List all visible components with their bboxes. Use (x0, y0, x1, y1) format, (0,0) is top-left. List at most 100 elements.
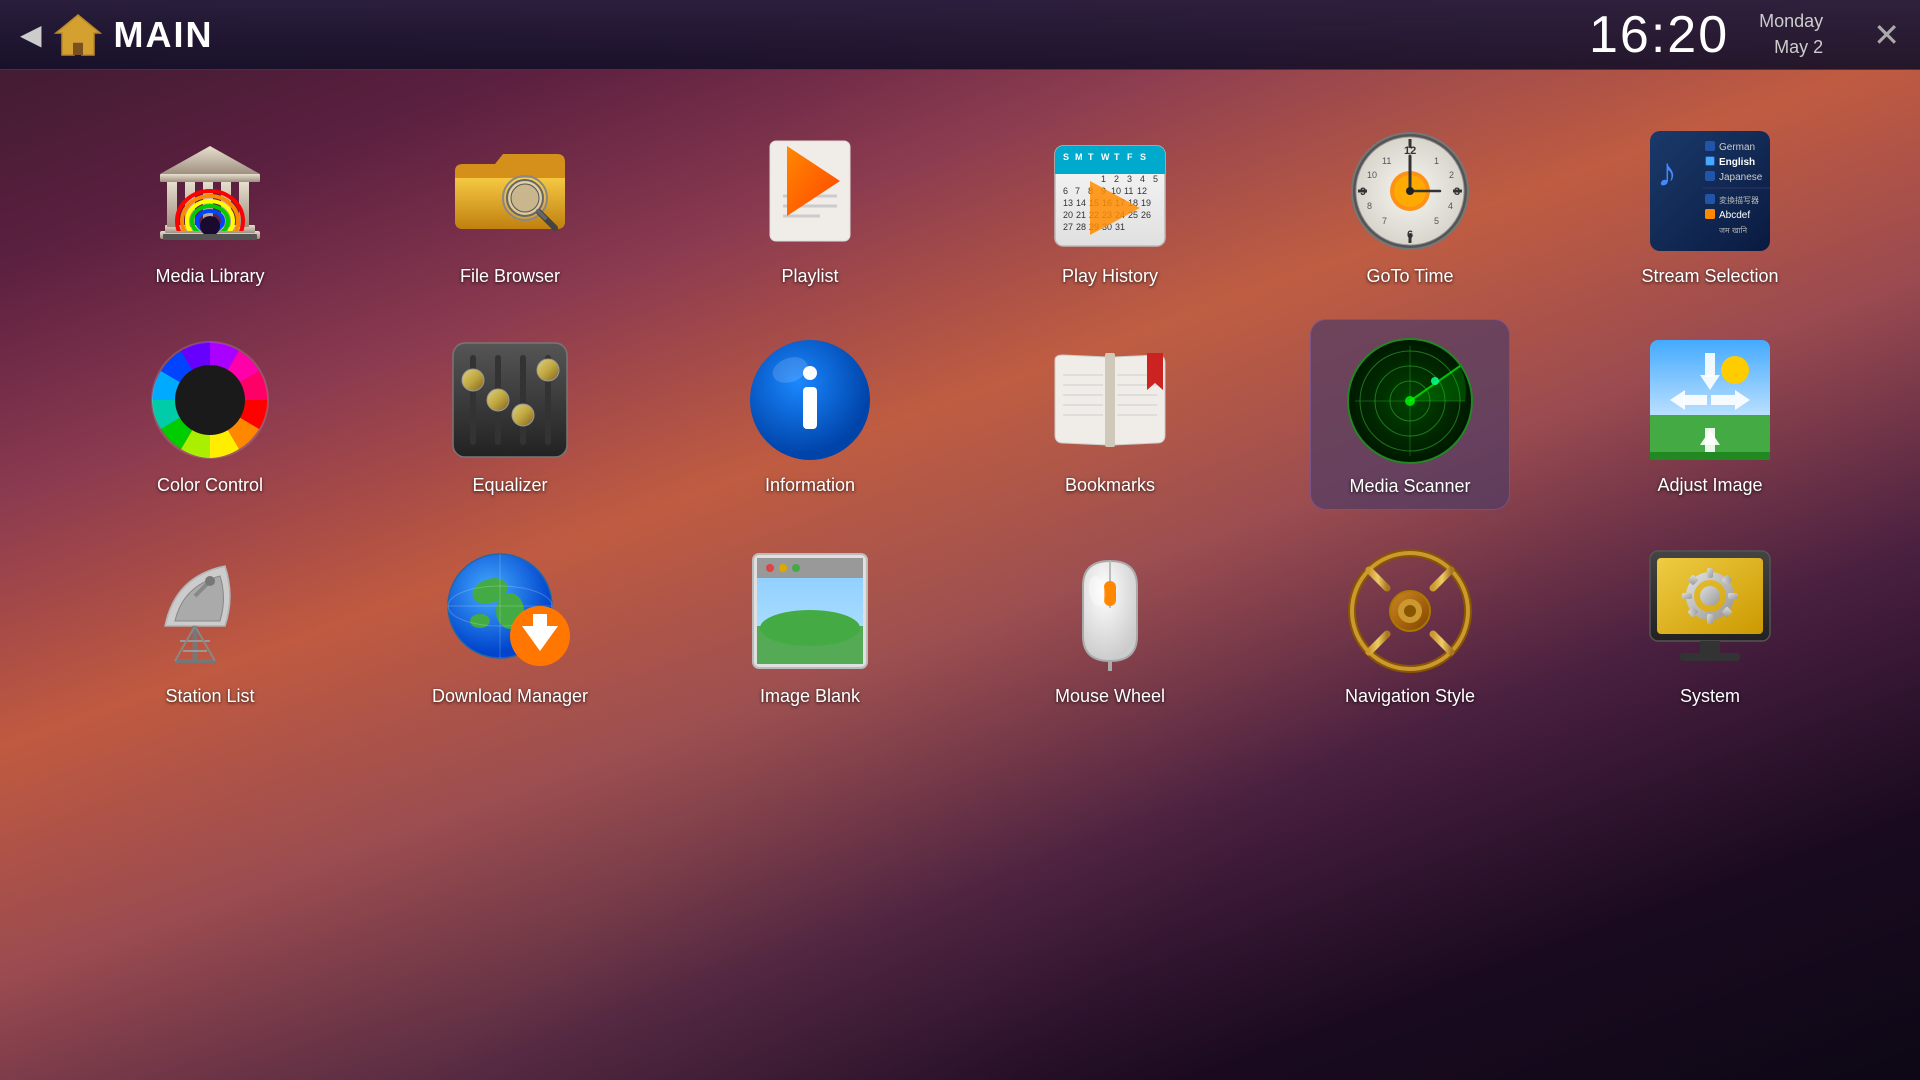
svg-text:Japanese: Japanese (1719, 172, 1763, 183)
svg-text:7: 7 (1075, 186, 1080, 196)
app-media-scanner[interactable]: Media Scanner (1310, 319, 1510, 510)
image-blank-icon (745, 546, 875, 676)
svg-text:W: W (1101, 152, 1110, 162)
download-manager-icon (445, 546, 575, 676)
information-label: Information (765, 475, 855, 496)
svg-text:31: 31 (1115, 222, 1125, 232)
svg-text:14: 14 (1076, 198, 1086, 208)
file-browser-icon (445, 126, 575, 256)
bookmarks-label: Bookmarks (1065, 475, 1155, 496)
header-right: 16:20 Monday May 2 ✕ (1589, 5, 1900, 65)
svg-text:12: 12 (1137, 186, 1147, 196)
image-blank-label: Image Blank (760, 686, 860, 707)
time-display: 16:20 (1589, 5, 1729, 65)
app-equalizer[interactable]: Equalizer (410, 319, 610, 508)
grid-row-1: Media Library (60, 110, 1860, 299)
app-station-list[interactable]: Station List (110, 530, 310, 719)
goto-time-label: GoTo Time (1366, 266, 1453, 287)
svg-text:13: 13 (1063, 198, 1073, 208)
color-control-icon (145, 335, 275, 465)
svg-text:27: 27 (1063, 222, 1073, 232)
svg-text:5: 5 (1434, 216, 1439, 226)
home-icon[interactable] (54, 13, 102, 57)
svg-text:M: M (1075, 152, 1083, 162)
svg-text:20: 20 (1063, 210, 1073, 220)
app-information[interactable]: Information (710, 319, 910, 508)
equalizer-icon (445, 335, 575, 465)
media-scanner-icon (1345, 336, 1475, 466)
svg-text:9: 9 (1360, 186, 1366, 198)
svg-text:21: 21 (1076, 210, 1086, 220)
grid-row-3: Station List (60, 530, 1860, 719)
close-button[interactable]: ✕ (1873, 16, 1900, 54)
media-library-label: Media Library (155, 266, 264, 287)
svg-text:11: 11 (1382, 156, 1391, 166)
mouse-wheel-label: Mouse Wheel (1055, 686, 1165, 707)
station-list-label: Station List (165, 686, 254, 707)
svg-text:♪: ♪ (1657, 151, 1677, 195)
svg-text:1: 1 (1101, 174, 1106, 184)
station-list-icon (145, 546, 275, 676)
svg-text:28: 28 (1076, 222, 1086, 232)
download-manager-label: Download Manager (432, 686, 588, 707)
file-browser-label: File Browser (460, 266, 560, 287)
app-download-manager[interactable]: Download Manager (410, 530, 610, 719)
play-history-icon: S M T W T F S 1 2 3 4 5 6 7 8 9 (1045, 126, 1175, 256)
svg-text:S: S (1063, 152, 1069, 162)
information-icon (745, 335, 875, 465)
system-label: System (1680, 686, 1740, 707)
svg-text:2: 2 (1449, 170, 1454, 180)
svg-text:English: English (1719, 157, 1755, 168)
svg-text:11: 11 (1124, 186, 1133, 196)
app-bookmarks[interactable]: Bookmarks (1010, 319, 1210, 508)
playlist-icon (745, 126, 875, 256)
bookmarks-icon (1045, 335, 1175, 465)
adjust-image-icon (1645, 335, 1775, 465)
header-left: ◀ MAIN (20, 13, 214, 57)
app-mouse-wheel[interactable]: Mouse Wheel (1010, 530, 1210, 719)
app-media-library[interactable]: Media Library (110, 110, 310, 299)
svg-text:19: 19 (1141, 198, 1151, 208)
svg-text:T: T (1114, 152, 1120, 162)
app-playlist[interactable]: Playlist (710, 110, 910, 299)
svg-text:S: S (1140, 152, 1146, 162)
media-library-icon (145, 126, 275, 256)
svg-text:6: 6 (1407, 229, 1413, 241)
svg-text:6: 6 (1063, 186, 1068, 196)
app-navigation-style[interactable]: Navigation Style (1310, 530, 1510, 719)
date-display: Monday May 2 (1759, 9, 1823, 59)
svg-text:T: T (1088, 152, 1094, 162)
system-icon (1645, 546, 1775, 676)
svg-text:4: 4 (1448, 201, 1453, 211)
app-goto-time[interactable]: 12 3 6 9 1 2 4 5 7 8 10 11 (1310, 110, 1510, 299)
svg-text:5: 5 (1153, 174, 1158, 184)
svg-text:3: 3 (1454, 186, 1460, 198)
svg-text:Abcdef: Abcdef (1719, 210, 1750, 221)
svg-text:10: 10 (1367, 170, 1377, 180)
svg-text:1: 1 (1434, 156, 1439, 166)
play-history-label: Play History (1062, 266, 1158, 287)
header: ◀ MAIN 16:20 Monday May 2 ✕ (0, 0, 1920, 70)
app-color-control[interactable]: Color Control (110, 319, 310, 508)
navigation-style-label: Navigation Style (1345, 686, 1475, 707)
app-file-browser[interactable]: File Browser (410, 110, 610, 299)
stream-selection-icon: ♪ German English Japanese 変換描写器 (1645, 126, 1775, 256)
app-image-blank[interactable]: Image Blank (710, 530, 910, 719)
playlist-label: Playlist (781, 266, 838, 287)
equalizer-label: Equalizer (472, 475, 547, 496)
svg-text:26: 26 (1141, 210, 1151, 220)
app-system[interactable]: System (1610, 530, 1810, 719)
grid-row-2: Color Control (60, 319, 1860, 510)
svg-text:2: 2 (1114, 174, 1119, 184)
adjust-image-label: Adjust Image (1657, 475, 1762, 496)
page-title: MAIN (114, 14, 214, 56)
svg-text:8: 8 (1367, 201, 1372, 211)
back-button[interactable]: ◀ (20, 18, 42, 51)
app-adjust-image[interactable]: Adjust Image (1610, 319, 1810, 508)
svg-text:जम खानि: जम खानि (1719, 225, 1748, 235)
stream-selection-label: Stream Selection (1641, 266, 1778, 287)
app-play-history[interactable]: S M T W T F S 1 2 3 4 5 6 7 8 9 (1010, 110, 1210, 299)
svg-text:4: 4 (1140, 174, 1145, 184)
svg-text:German: German (1719, 142, 1755, 153)
app-stream-selection[interactable]: ♪ German English Japanese 変換描写器 (1610, 110, 1810, 299)
